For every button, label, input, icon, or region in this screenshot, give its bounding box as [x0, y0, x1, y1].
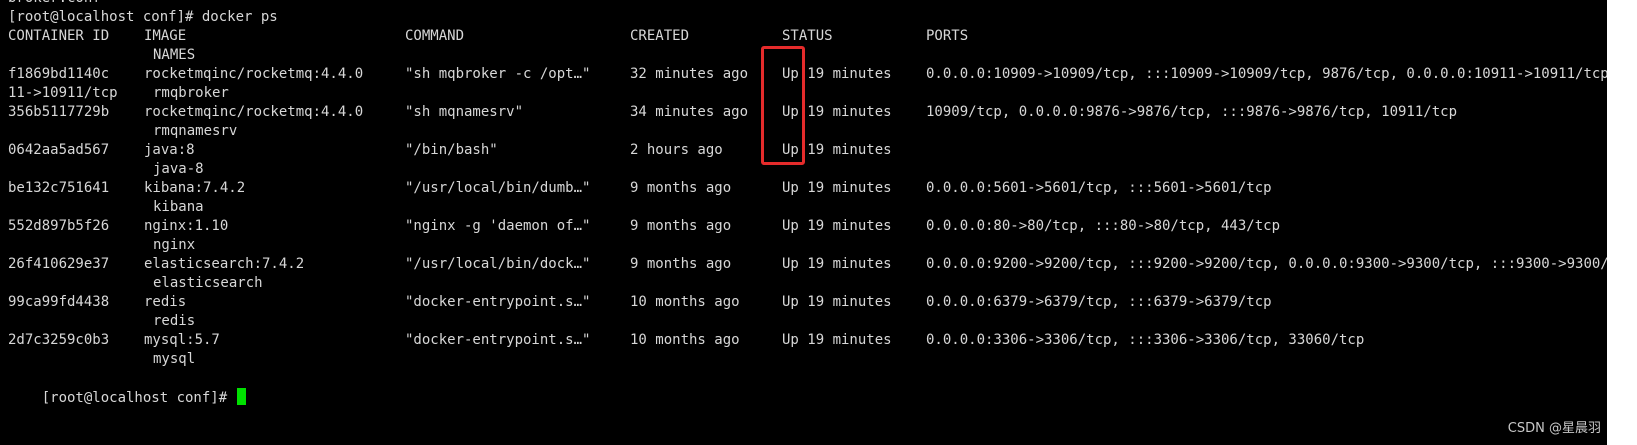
container-image: redis — [144, 294, 187, 310]
container-id: 356b5117729b — [8, 104, 110, 120]
container-ports: 10909/tcp, 0.0.0.0:9876->9876/tcp, :::98… — [926, 104, 1458, 120]
container-ports: 0.0.0.0:5601->5601/tcp, :::5601->5601/tc… — [926, 180, 1272, 196]
container-command: "sh mqbroker -c /opt…" — [405, 66, 591, 82]
table-row: 26f410629e37 elasticsearch:7.4.2 "/usr/l… — [0, 255, 1637, 274]
container-command: "docker-entrypoint.s…" — [405, 294, 591, 310]
terminal-cursor — [236, 388, 246, 405]
container-id: 0642aa5ad567 — [8, 142, 110, 158]
container-ports: 0.0.0.0:80->80/tcp, :::80->80/tcp, 443/t… — [926, 218, 1281, 234]
container-created: 10 months ago — [630, 294, 740, 310]
container-image: mysql:5.7 — [144, 332, 220, 348]
csdn-watermark: CSDN @星晨羽 — [1507, 421, 1601, 436]
container-image: rocketmqinc/rocketmq:4.4.0 — [144, 104, 364, 120]
table-row: 0642aa5ad567 java:8 "/bin/bash" 2 hours … — [0, 141, 1637, 160]
table-row: 356b5117729b rocketmqinc/rocketmq:4.4.0 … — [0, 103, 1637, 122]
container-name: nginx — [153, 237, 196, 253]
container-name: java-8 — [153, 161, 204, 177]
container-id: 2d7c3259c0b3 — [8, 332, 110, 348]
container-status: Up 19 minutes — [782, 332, 892, 348]
container-ports-wrap: 11->10911/tcp — [8, 85, 118, 101]
header-created: CREATED — [630, 28, 690, 44]
shell-prompt-line[interactable]: [root@localhost conf]# — [8, 369, 246, 406]
table-row: 552d897b5f26 nginx:1.10 "nginx -g 'daemo… — [0, 217, 1637, 236]
container-created: 34 minutes ago — [630, 104, 749, 120]
shell-prompt: [root@localhost conf]# — [41, 390, 236, 406]
table-row: be132c751641 kibana:7.4.2 "/usr/local/bi… — [0, 179, 1637, 198]
container-name: elasticsearch — [153, 275, 263, 291]
container-created: 9 months ago — [630, 256, 732, 272]
container-name: redis — [153, 313, 196, 329]
container-command: "/usr/local/bin/dumb…" — [405, 180, 591, 196]
header-command: COMMAND — [405, 28, 465, 44]
container-image: nginx:1.10 — [144, 218, 229, 234]
container-command: "nginx -g 'daemon of…" — [405, 218, 591, 234]
container-command: "/bin/bash" — [405, 142, 498, 158]
container-status: Up 19 minutes — [782, 180, 892, 196]
header-ports: PORTS — [926, 28, 969, 44]
docker-ps-command: [root@localhost conf]# docker ps — [8, 9, 278, 25]
container-command: "sh mqnamesrv" — [405, 104, 524, 120]
container-id: 26f410629e37 — [8, 256, 110, 272]
terminal-window[interactable]: broker.conf [root@localhost conf]# docke… — [0, 0, 1637, 445]
container-created: 9 months ago — [630, 218, 732, 234]
container-ports: 0.0.0.0:9200->9200/tcp, :::9200->9200/tc… — [926, 256, 1635, 272]
container-name: kibana — [153, 199, 204, 215]
container-id: be132c751641 — [8, 180, 110, 196]
status-up-highlight-box — [761, 46, 805, 165]
container-command: "docker-entrypoint.s…" — [405, 332, 591, 348]
container-command: "/usr/local/bin/dock…" — [405, 256, 591, 272]
container-created: 10 months ago — [630, 332, 740, 348]
container-status: Up 19 minutes — [782, 256, 892, 272]
header-container-id: CONTAINER ID — [8, 28, 110, 44]
header-names: NAMES — [153, 47, 196, 63]
container-created: 32 minutes ago — [630, 66, 749, 82]
container-name: rmqnamesrv — [153, 123, 238, 139]
container-id: f1869bd1140c — [8, 66, 110, 82]
table-row: f1869bd1140c rocketmqinc/rocketmq:4.4.0 … — [0, 65, 1637, 84]
header-status: STATUS — [782, 28, 833, 44]
container-id: 552d897b5f26 — [8, 218, 110, 234]
container-created: 9 months ago — [630, 180, 732, 196]
container-ports: 0.0.0.0:3306->3306/tcp, :::3306->3306/tc… — [926, 332, 1365, 348]
container-id: 99ca99fd4438 — [8, 294, 110, 310]
table-row: 2d7c3259c0b3 mysql:5.7 "docker-entrypoin… — [0, 331, 1637, 350]
container-image: java:8 — [144, 142, 195, 158]
container-ports: 0.0.0.0:10909->10909/tcp, :::10909->1090… — [926, 66, 1637, 82]
container-image: kibana:7.4.2 — [144, 180, 246, 196]
previous-output-line: broker.conf — [8, 0, 101, 8]
header-image: IMAGE — [144, 28, 187, 44]
container-name: rmqbroker — [153, 85, 229, 101]
container-ports: 0.0.0.0:6379->6379/tcp, :::6379->6379/tc… — [926, 294, 1272, 310]
container-image: elasticsearch:7.4.2 — [144, 256, 305, 272]
window-right-edge — [1607, 0, 1637, 445]
table-row-names: 11->10911/tcp rmqbroker — [0, 84, 1637, 103]
container-image: rocketmqinc/rocketmq:4.4.0 — [144, 66, 364, 82]
container-status: Up 19 minutes — [782, 218, 892, 234]
container-name: mysql — [153, 351, 196, 367]
container-created: 2 hours ago — [630, 142, 723, 158]
container-status: Up 19 minutes — [782, 294, 892, 310]
table-header: CONTAINER ID IMAGE COMMAND CREATED STATU… — [0, 27, 1637, 46]
table-row: 99ca99fd4438 redis "docker-entrypoint.s…… — [0, 293, 1637, 312]
